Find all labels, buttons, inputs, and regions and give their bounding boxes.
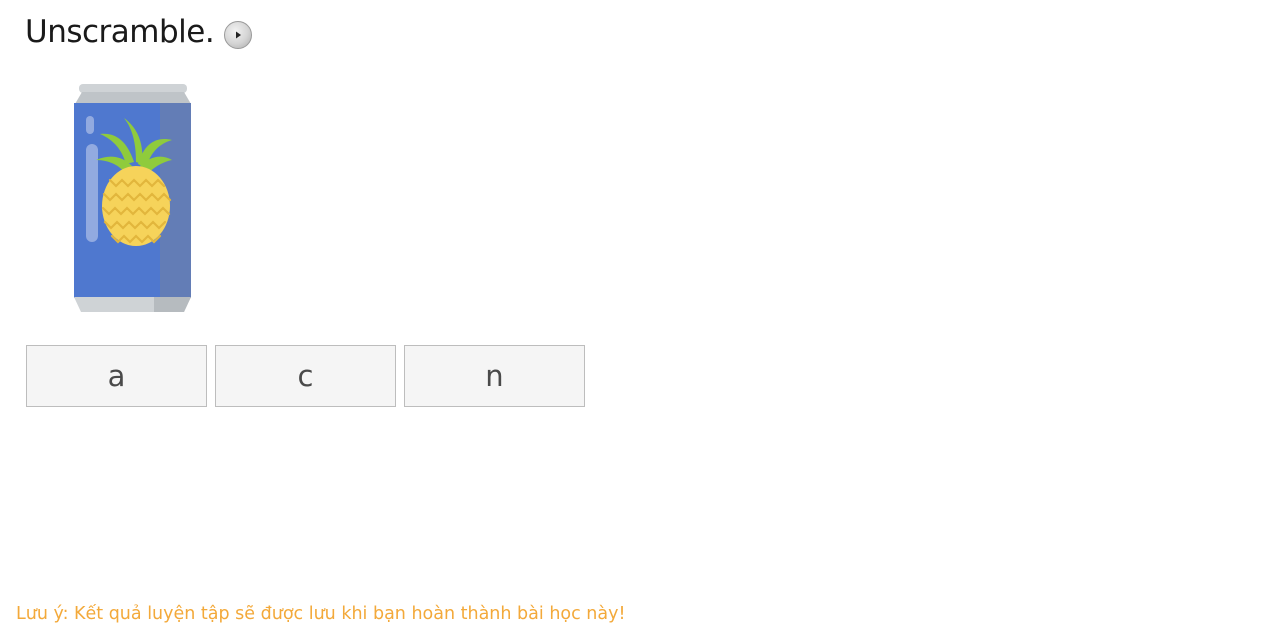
exercise-page: Unscramble. a c n Lưu ý: Kết quả luyện t… — [0, 0, 1270, 634]
letter-tile[interactable]: a — [26, 345, 207, 407]
exercise-header: Unscramble. — [25, 14, 253, 50]
letter-tile[interactable]: n — [404, 345, 585, 407]
play-audio-button[interactable] — [224, 21, 253, 49]
instruction-title: Unscramble. — [25, 14, 215, 50]
letter-tile[interactable]: c — [215, 345, 396, 407]
play-icon — [236, 31, 242, 39]
pineapple-juice-can-icon — [70, 82, 195, 314]
save-progress-note: Lưu ý: Kết quả luyện tập sẽ được lưu khi… — [16, 604, 626, 624]
letter-tiles: a c n — [26, 345, 585, 407]
